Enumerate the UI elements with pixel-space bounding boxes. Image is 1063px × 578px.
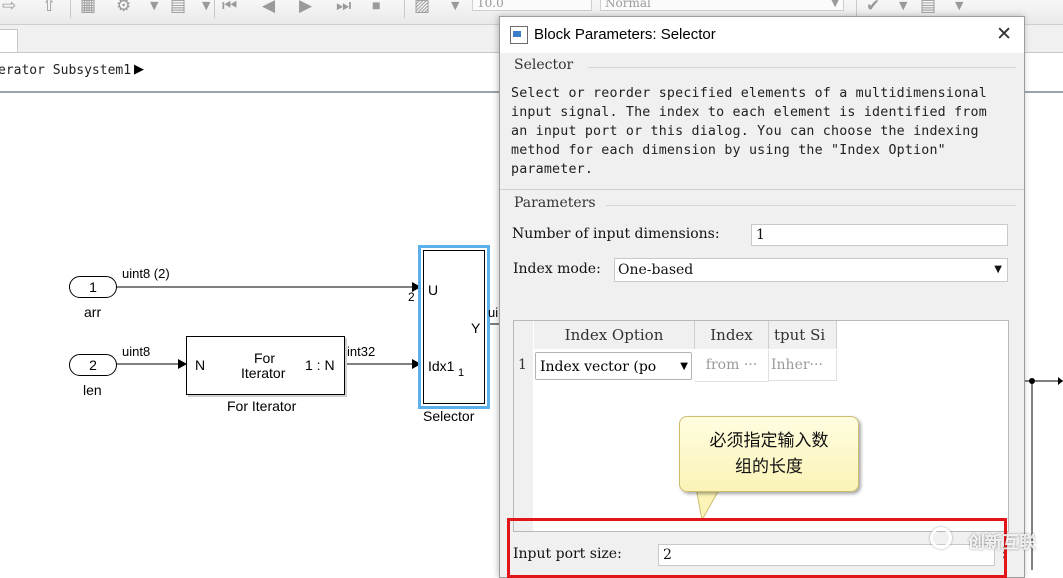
output-size-cell[interactable]: Inher··· <box>769 350 837 381</box>
up-arrow-icon[interactable]: ⇧ <box>42 0 56 16</box>
library-browser-icon[interactable]: ▤ <box>170 0 186 16</box>
simulation-mode-select[interactable]: Normal ▼ <box>600 0 844 11</box>
signal-arr-label[interactable]: uint8 (2) <box>122 266 170 281</box>
inport-arr-number: 1 <box>89 279 97 295</box>
for-title-line1: For <box>254 350 275 366</box>
inport-arr-block[interactable]: 1 <box>69 276 117 298</box>
inport-arr-name[interactable]: arr <box>84 304 101 320</box>
num-dims-input[interactable]: 1 <box>751 224 1008 246</box>
watermark-logo-icon <box>930 527 952 549</box>
step-forward-icon[interactable]: ⏭ <box>336 0 351 16</box>
run-icon[interactable]: ▶ <box>299 0 312 16</box>
model-browser-icon[interactable]: ▦ <box>80 0 96 16</box>
check-icon[interactable]: ✔ <box>866 0 880 16</box>
block-parameters-dialog: Block Parameters: Selector ✕ Selector Se… <box>499 16 1025 578</box>
close-icon[interactable]: ✕ <box>996 23 1012 45</box>
for-title-line2: Iterator <box>241 365 286 381</box>
chevron-down-icon: ▼ <box>680 353 688 379</box>
dialog-titlebar[interactable]: Block Parameters: Selector ✕ <box>500 17 1024 53</box>
selector-block[interactable]: U Idx1 1 Y <box>418 245 490 409</box>
column-header-index[interactable]: Index <box>695 321 769 349</box>
section-divider <box>588 67 1016 68</box>
back-arrow-icon[interactable]: ⇨ <box>2 0 16 16</box>
inport-len-number: 2 <box>89 357 97 373</box>
signal-iter-label[interactable]: int32 <box>347 344 375 359</box>
scope-icon[interactable]: ▨ <box>414 0 430 16</box>
index-option-value: Index vector (po <box>540 359 657 375</box>
step-back-2-icon[interactable]: ◀ <box>262 0 275 16</box>
block-description: Select or reorder specified elements of … <box>511 86 987 177</box>
selector-port-idx-sub: 1 <box>458 367 465 379</box>
index-value-cell[interactable]: from ··· <box>695 350 769 382</box>
dialog-title: Block Parameters: Selector <box>534 26 716 43</box>
for-iterator-block[interactable]: N For Iterator 1 : N <box>186 336 345 395</box>
num-dims-label: Number of input dimensions: <box>512 226 720 242</box>
gear-dropdown-icon[interactable]: ▼ <box>150 0 158 16</box>
inport-len-name[interactable]: len <box>83 382 102 398</box>
toolbar-divider <box>214 0 215 18</box>
stop-icon[interactable]: ⏹ <box>372 0 381 16</box>
watermark-text: 创新互联 <box>968 533 1036 553</box>
simulink-block-icon <box>510 26 528 44</box>
index-option-select[interactable]: Index vector (po ▼ <box>535 352 692 380</box>
index-mode-value: One-based <box>618 262 694 278</box>
column-header-index-option[interactable]: Index Option <box>534 321 695 349</box>
breadcrumb-arrow-icon[interactable]: ▶ <box>134 62 144 77</box>
selector-section-title: Selector <box>514 57 574 73</box>
simulation-mode-value: Normal <box>605 0 651 10</box>
stop-time-input[interactable]: 10.0 <box>472 0 592 11</box>
keyboard-icon[interactable]: ▤ <box>920 0 936 16</box>
for-iterator-name[interactable]: For Iterator <box>227 398 296 414</box>
model-tab[interactable] <box>0 29 18 52</box>
signal-len-label[interactable]: uint8 <box>122 344 150 359</box>
selector-port-u: U <box>428 282 439 298</box>
index-mode-label: Index mode: <box>513 261 601 277</box>
for-port-n: N <box>195 357 206 373</box>
selector-port-y: Y <box>471 320 481 336</box>
section-divider <box>500 189 1024 190</box>
table-header-empty <box>838 321 1008 349</box>
callout-line-2: 组的长度 <box>735 457 803 477</box>
check-dropdown-icon[interactable]: ▼ <box>899 0 907 16</box>
column-header-output-size[interactable]: tput Si <box>769 321 837 349</box>
chevron-down-icon: ▼ <box>994 264 1002 275</box>
callout-pointer <box>695 488 721 522</box>
toolbar-divider <box>404 0 405 18</box>
parameters-section-title: Parameters <box>514 195 596 211</box>
index-mode-select[interactable]: One-based ▼ <box>614 258 1008 282</box>
selector-name[interactable]: Selector <box>423 408 474 424</box>
breadcrumb-path[interactable]: erator Subsystem1 <box>0 63 131 78</box>
selector-port-idx: Idx1 <box>428 358 455 374</box>
step-back-icon[interactable]: ⏮ <box>222 0 237 16</box>
for-port-out: 1 : N <box>305 357 335 373</box>
section-divider <box>606 205 1016 206</box>
selector-port-u-dim: 2 <box>408 290 415 304</box>
gear-icon[interactable]: ⚙ <box>116 0 131 16</box>
signal-out-label[interactable]: uir <box>488 305 499 320</box>
selector-block-body: U Idx1 1 Y <box>423 250 485 404</box>
table-row-number: 1 <box>518 350 532 381</box>
toolbar-divider <box>70 0 71 18</box>
library-dropdown-icon[interactable]: ▼ <box>202 0 210 16</box>
inport-len-block[interactable]: 2 <box>69 354 117 376</box>
callout-line-1: 必须指定输入数 <box>709 431 829 451</box>
annotation-callout: 必须指定输入数 组的长度 <box>679 416 859 492</box>
watermark: 创新互联 <box>930 525 1055 555</box>
scope-dropdown-icon[interactable]: ▼ <box>451 0 459 16</box>
keyboard-dropdown-icon[interactable]: ▼ <box>955 0 963 16</box>
